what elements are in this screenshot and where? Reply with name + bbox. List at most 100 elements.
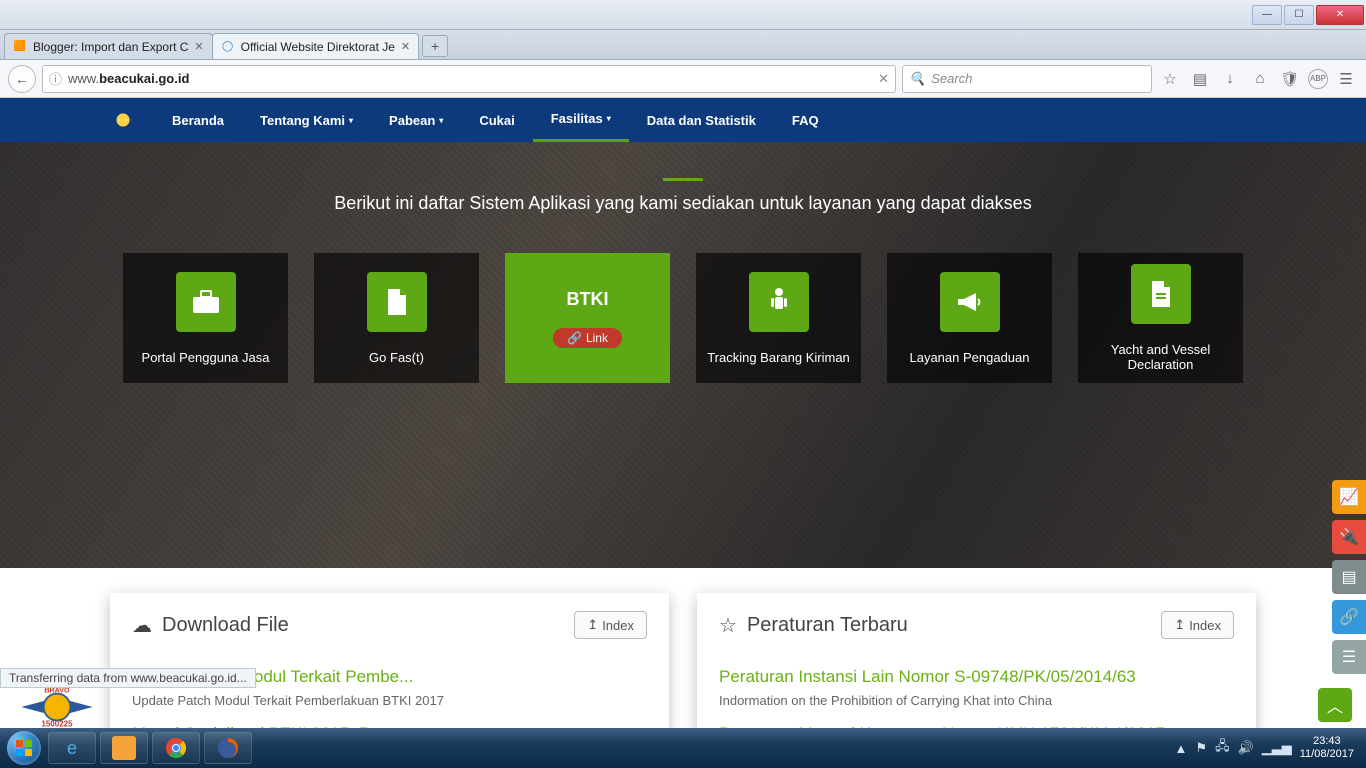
hero-text: Berikut ini daftar Sistem Aplikasi yang …: [0, 178, 1366, 214]
taskbar: e ▲ ⚑ 🖧 🔊 ▁▃▅ 23:43 11/08/2017: [0, 728, 1366, 768]
nav-faq[interactable]: FAQ: [774, 98, 837, 142]
tab-title: Official Website Direktorat Je: [241, 40, 395, 54]
nav-beranda[interactable]: Beranda: [154, 98, 242, 142]
svg-text:1500225: 1500225: [41, 720, 73, 728]
widget-news-icon[interactable]: ▤: [1332, 560, 1366, 594]
new-tab-button[interactable]: +: [422, 35, 448, 57]
clear-icon[interactable]: ✕: [878, 71, 889, 87]
pocket-icon[interactable]: ▤: [1188, 67, 1212, 91]
nav-pabean[interactable]: Pabean ▾: [371, 98, 461, 142]
peraturan-item-desc: Indormation on the Prohibition of Carryi…: [719, 693, 1234, 708]
url-text: www.beacukai.go.id: [68, 71, 872, 86]
nav-fasilitas[interactable]: Fasilitas ▾: [533, 98, 629, 142]
search-icon: 🔍: [909, 71, 925, 87]
downloads-icon[interactable]: ↓: [1218, 67, 1242, 91]
shield-icon[interactable]: 🛡: [1278, 67, 1302, 91]
back-button[interactable]: ←: [8, 65, 36, 93]
person-icon: [749, 272, 809, 332]
megaphone-icon: [940, 272, 1000, 332]
chevron-down-icon: ▾: [439, 116, 443, 125]
search-box[interactable]: 🔍 Search: [902, 65, 1152, 93]
taskbar-clock[interactable]: 23:43 11/08/2017: [1300, 735, 1354, 761]
menu-icon[interactable]: ☰: [1334, 67, 1358, 91]
tile-tracking[interactable]: Tracking Barang Kiriman: [696, 253, 861, 383]
upload-icon: ↥: [1174, 617, 1185, 633]
bravo-badge[interactable]: BRAVO 1500225: [12, 682, 102, 728]
address-bar[interactable]: ⓘ www.beacukai.go.id ✕: [42, 65, 896, 93]
tab-close-icon[interactable]: ✕: [401, 40, 410, 53]
nav-cukai[interactable]: Cukai: [461, 98, 532, 142]
peraturan-panel: ☆ Peraturan Terbaru ↥Index Peraturan Ins…: [697, 593, 1256, 728]
widget-share-icon[interactable]: 🔗: [1332, 600, 1366, 634]
nav-data[interactable]: Data dan Statistik: [629, 98, 774, 142]
star-icon: ☆: [719, 613, 737, 638]
tab-close-icon[interactable]: ✕: [194, 40, 203, 53]
tile-label: BTKI: [567, 289, 609, 310]
browser-tab-0[interactable]: 🟧 Blogger: Import dan Export C ✕: [4, 33, 213, 59]
window-titlebar: — ☐ ✕: [0, 0, 1366, 30]
tray-network-icon[interactable]: 🖧: [1215, 737, 1230, 759]
link-icon: 🔗: [567, 331, 582, 345]
tile-label: Tracking Barang Kiriman: [707, 350, 850, 365]
nav-tentang[interactable]: Tentang Kami ▾: [242, 98, 371, 142]
content-panels: ☁ Download File ↥Index Update Patch Modu…: [110, 593, 1256, 728]
identity-icon: ⓘ: [49, 69, 62, 88]
tray-flag-icon[interactable]: ⚑: [1195, 740, 1207, 756]
search-placeholder: Search: [931, 71, 972, 86]
index-button[interactable]: ↥Index: [1161, 611, 1234, 639]
tile-gofast[interactable]: Go Fas(t): [314, 253, 479, 383]
tile-label: Layanan Pengaduan: [909, 350, 1029, 365]
document-icon: [1131, 264, 1191, 324]
widget-chart-icon[interactable]: 📈: [1332, 480, 1366, 514]
accent-line: [663, 178, 703, 181]
tray-signal-icon[interactable]: ▁▃▅: [1262, 740, 1292, 756]
app-tiles: Portal Pengguna Jasa Go Fas(t) BTKI 🔗Lin…: [123, 253, 1243, 383]
favicon-blogger: 🟧: [13, 40, 27, 54]
widget-plug-icon[interactable]: 🔌: [1332, 520, 1366, 554]
start-button[interactable]: [4, 728, 44, 768]
upload-icon: ↥: [587, 617, 598, 633]
index-button[interactable]: ↥Index: [574, 611, 647, 639]
tile-pengaduan[interactable]: Layanan Pengaduan: [887, 253, 1052, 383]
tile-btki[interactable]: BTKI 🔗Link: [505, 253, 670, 383]
page-content: Beranda Tentang Kami ▾ Pabean ▾ Cukai Fa…: [0, 98, 1366, 728]
side-widgets: 📈 🔌 ▤ 🔗 ☰: [1332, 480, 1366, 674]
chevron-down-icon: ▾: [607, 114, 611, 123]
browser-toolbar: ← ⓘ www.beacukai.go.id ✕ 🔍 Search ☆ ▤ ↓ …: [0, 60, 1366, 98]
taskbar-app[interactable]: [100, 732, 148, 764]
tile-label: Yacht and Vessel Declaration: [1086, 342, 1235, 372]
download-panel: ☁ Download File ↥Index Update Patch Modu…: [110, 593, 669, 728]
home-icon[interactable]: ⌂: [1248, 67, 1272, 91]
briefcase-icon: [176, 272, 236, 332]
site-nav: Beranda Tentang Kami ▾ Pabean ▾ Cukai Fa…: [0, 98, 1366, 142]
download-item-desc: Update Patch Modul Terkait Pemberlakuan …: [132, 693, 647, 708]
maximize-button[interactable]: ☐: [1284, 5, 1314, 25]
abp-icon[interactable]: ABP: [1308, 69, 1328, 89]
taskbar-chrome[interactable]: [152, 732, 200, 764]
bookmark-icon[interactable]: ☆: [1158, 67, 1182, 91]
tab-strip: 🟧 Blogger: Import dan Export C ✕ ◯ Offic…: [0, 30, 1366, 60]
peraturan-item-link[interactable]: Peraturan Instansi Lain Nomor S-09748/PK…: [719, 667, 1234, 687]
taskbar-firefox[interactable]: [204, 732, 252, 764]
tile-label: Go Fas(t): [369, 350, 424, 365]
scroll-top-button[interactable]: ︿: [1318, 688, 1352, 722]
widget-list-icon[interactable]: ☰: [1332, 640, 1366, 674]
chevron-down-icon: ▾: [349, 116, 353, 125]
site-logo[interactable]: [110, 107, 136, 133]
tab-title: Blogger: Import dan Export C: [33, 40, 188, 54]
link-button[interactable]: 🔗Link: [553, 328, 622, 348]
tile-yacht[interactable]: Yacht and Vessel Declaration: [1078, 253, 1243, 383]
minimize-button[interactable]: —: [1252, 5, 1282, 25]
panel-title: ☁ Download File: [132, 613, 289, 638]
taskbar-ie[interactable]: e: [48, 732, 96, 764]
browser-tab-1[interactable]: ◯ Official Website Direktorat Je ✕: [212, 33, 420, 59]
tray-up-icon[interactable]: ▲: [1175, 741, 1188, 756]
tile-portal[interactable]: Portal Pengguna Jasa: [123, 253, 288, 383]
cloud-download-icon: ☁: [132, 613, 152, 638]
close-button[interactable]: ✕: [1316, 5, 1364, 25]
favicon-loading: ◯: [221, 40, 235, 54]
status-bar: Transferring data from www.beacukai.go.i…: [0, 668, 256, 688]
tile-label: Portal Pengguna Jasa: [142, 350, 270, 365]
panel-title: ☆ Peraturan Terbaru: [719, 613, 908, 638]
tray-volume-icon[interactable]: 🔊: [1238, 740, 1254, 756]
